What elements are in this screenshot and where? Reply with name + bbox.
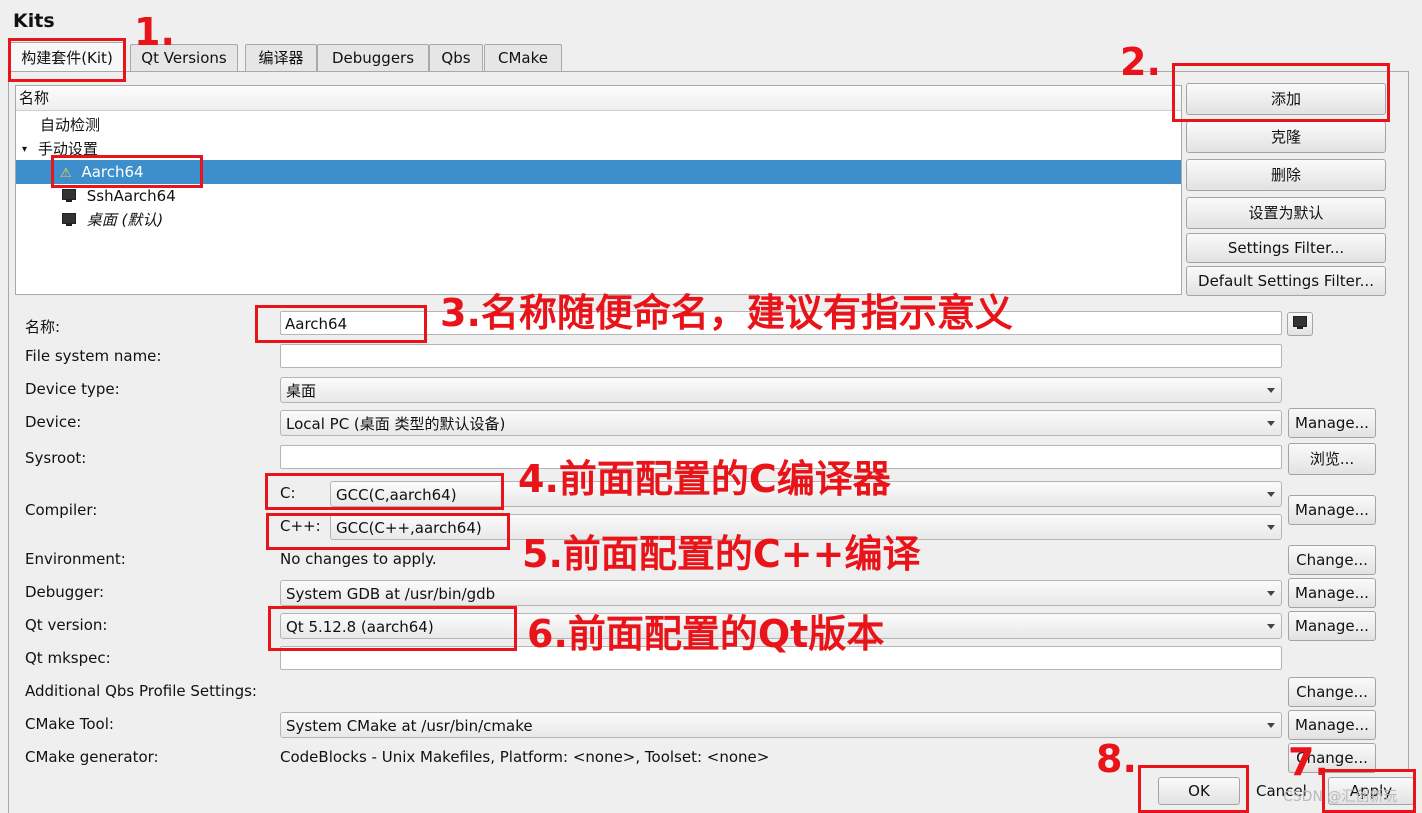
device-manage-button[interactable]: Manage... <box>1288 408 1376 438</box>
annotation-2: 2. <box>1120 40 1161 84</box>
cmake-tool-combo[interactable]: System CMake at /usr/bin/cmake <box>280 712 1282 738</box>
name-label: 名称: <box>25 318 61 336</box>
tree-item-auto[interactable]: 自动检测 <box>16 113 1181 137</box>
tree-item-ssh-label: SshAarch64 <box>86 187 176 205</box>
chevron-down-icon <box>1267 723 1275 728</box>
debugger-manage-button[interactable]: Manage... <box>1288 578 1376 608</box>
environment-value: No changes to apply. <box>280 550 437 568</box>
debugger-label: Debugger: <box>25 583 105 601</box>
tab-debuggers[interactable]: Debuggers <box>317 44 429 71</box>
cmake-tool-value: System CMake at /usr/bin/cmake <box>286 717 533 735</box>
annotation-5: 5.前面配置的C++编译 <box>522 532 921 576</box>
default-settings-filter-button[interactable]: Default Settings Filter... <box>1186 266 1386 296</box>
settings-filter-button[interactable]: Settings Filter... <box>1186 233 1386 263</box>
annotation-7: 7. <box>1288 740 1329 784</box>
cmake-generator-value: CodeBlocks - Unix Makefiles, Platform: <… <box>280 748 770 766</box>
annotation-3: 3.名称随便命名，建议有指示意义 <box>440 291 1013 335</box>
debugger-value: System GDB at /usr/bin/gdb <box>286 585 496 603</box>
cmake-tool-label: CMake Tool: <box>25 715 114 733</box>
tab-panel-border-left <box>8 71 9 813</box>
cmake-tool-manage-button[interactable]: Manage... <box>1288 710 1376 740</box>
annotation-box-name <box>255 305 427 343</box>
tab-compilers[interactable]: 编译器 <box>245 44 317 71</box>
make-default-button[interactable]: 设置为默认 <box>1186 197 1386 229</box>
chevron-down-icon <box>1267 492 1275 497</box>
device-icon <box>62 189 76 202</box>
expand-arrow-icon[interactable]: ▾ <box>22 144 27 155</box>
annotation-1: 1. <box>134 10 175 54</box>
device-type-label: Device type: <box>25 380 120 398</box>
sysroot-browse-button[interactable]: 浏览... <box>1288 443 1376 475</box>
qt-mkspec-label: Qt mkspec: <box>25 649 111 667</box>
device-icon-button[interactable] <box>1287 312 1313 336</box>
clone-button[interactable]: 克隆 <box>1186 121 1386 153</box>
annotation-box-ok <box>1138 765 1249 813</box>
chevron-down-icon <box>1267 624 1275 629</box>
device-type-combo[interactable]: 桌面 <box>280 377 1282 403</box>
qt-version-label: Qt version: <box>25 616 108 634</box>
device-type-value: 桌面 <box>286 382 317 400</box>
annotation-box-aarch64 <box>51 155 203 188</box>
compiler-label: Compiler: <box>25 501 98 519</box>
device-value: Local PC (桌面 类型的默认设备) <box>286 415 506 433</box>
annotation-box-kit-tab <box>8 38 126 82</box>
qt-version-manage-button[interactable]: Manage... <box>1288 611 1376 641</box>
chevron-down-icon <box>1267 591 1275 596</box>
environment-label: Environment: <box>25 550 126 568</box>
tab-panel-border-right <box>1408 71 1409 771</box>
annotation-6: 6.前面配置的Qt版本 <box>527 612 885 656</box>
sysroot-label: Sysroot: <box>25 449 87 467</box>
chevron-down-icon <box>1267 525 1275 530</box>
annotation-box-apply <box>1322 769 1416 813</box>
compiler-manage-button[interactable]: Manage... <box>1288 495 1376 525</box>
device-combo[interactable]: Local PC (桌面 类型的默认设备) <box>280 410 1282 436</box>
chevron-down-icon <box>1267 421 1275 426</box>
tab-cmake[interactable]: CMake <box>484 44 562 71</box>
device-icon <box>1293 316 1307 329</box>
qbs-profile-change-button[interactable]: Change... <box>1288 677 1376 707</box>
window-title: Kits <box>13 10 55 32</box>
annotation-8: 8. <box>1096 737 1137 781</box>
annotation-4: 4.前面配置的C编译器 <box>518 457 891 501</box>
fs-name-label: File system name: <box>25 347 162 365</box>
fs-name-input[interactable] <box>280 344 1282 368</box>
qbs-profile-label: Additional Qbs Profile Settings: <box>25 682 257 700</box>
tree-item-desktop[interactable]: 桌面 (默认) <box>16 208 1181 232</box>
kit-tree[interactable]: 名称 自动检测 ▾ 手动设置 ⚠ Aarch64 SshAarch64 桌面 (… <box>15 85 1182 295</box>
tree-item-desktop-label: 桌面 (默认) <box>86 211 164 229</box>
environment-change-button[interactable]: Change... <box>1288 545 1376 575</box>
annotation-box-c-compiler <box>265 473 504 510</box>
annotation-box-qt-version <box>268 606 517 651</box>
device-icon <box>62 213 76 226</box>
chevron-down-icon <box>1267 388 1275 393</box>
tree-header-name[interactable]: 名称 <box>16 86 1181 111</box>
annotation-box-cpp-compiler <box>266 513 510 550</box>
delete-button[interactable]: 删除 <box>1186 159 1386 191</box>
tab-qbs[interactable]: Qbs <box>429 44 483 71</box>
cmake-generator-label: CMake generator: <box>25 748 159 766</box>
device-label: Device: <box>25 413 82 431</box>
annotation-box-add <box>1172 63 1390 122</box>
